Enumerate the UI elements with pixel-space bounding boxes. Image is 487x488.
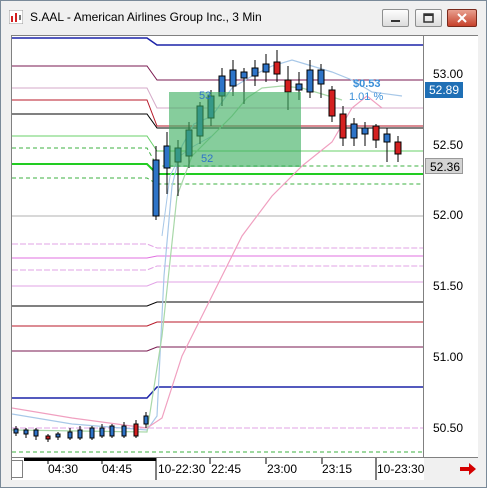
current-price-high-badge: 52.89 [425, 82, 463, 98]
time-label: 10-23:30 [377, 462, 425, 476]
minimize-icon [391, 20, 400, 22]
time-label: 23:00 [267, 462, 298, 476]
price-axis[interactable] [424, 35, 478, 458]
right-arrow-icon[interactable] [459, 462, 477, 476]
price-label: 50.50 [433, 421, 464, 435]
chart-window: S.AAL - American Airlines Group Inc., 3 … [0, 0, 487, 488]
price-label: 53.00 [433, 67, 464, 81]
current-price-last-badge: 52.36 [425, 158, 463, 174]
time-label: 04:45 [102, 462, 133, 476]
time-label: 04:30 [48, 462, 79, 476]
time-label: 10-22:30 [158, 462, 206, 476]
change-percent: 1.01 % [349, 91, 384, 103]
price-label: 52.50 [433, 138, 464, 152]
right-edge [478, 35, 486, 458]
trend-box-bottom-label: 52 [201, 153, 214, 165]
app-chart-icon [9, 10, 23, 24]
maximize-button[interactable] [415, 9, 442, 27]
title-bar[interactable]: S.AAL - American Airlines Group Inc., 3 … [1, 1, 486, 33]
time-label: 22:45 [211, 462, 242, 476]
price-label: 51.00 [433, 350, 464, 364]
close-icon [457, 13, 467, 23]
price-label: 52.00 [433, 208, 464, 222]
time-scroll-thumb[interactable] [11, 460, 23, 478]
trend-box[interactable] [169, 92, 301, 167]
maximize-icon [423, 13, 434, 23]
window-title: S.AAL - American Airlines Group Inc., 3 … [30, 10, 262, 24]
price-label: 51.50 [433, 279, 464, 293]
trend-box-top-label: 53 [199, 90, 212, 102]
close-button[interactable] [447, 9, 477, 27]
minimize-button[interactable] [382, 9, 409, 27]
time-label: 23:15 [322, 462, 353, 476]
change-value: $0.53 [353, 78, 381, 90]
